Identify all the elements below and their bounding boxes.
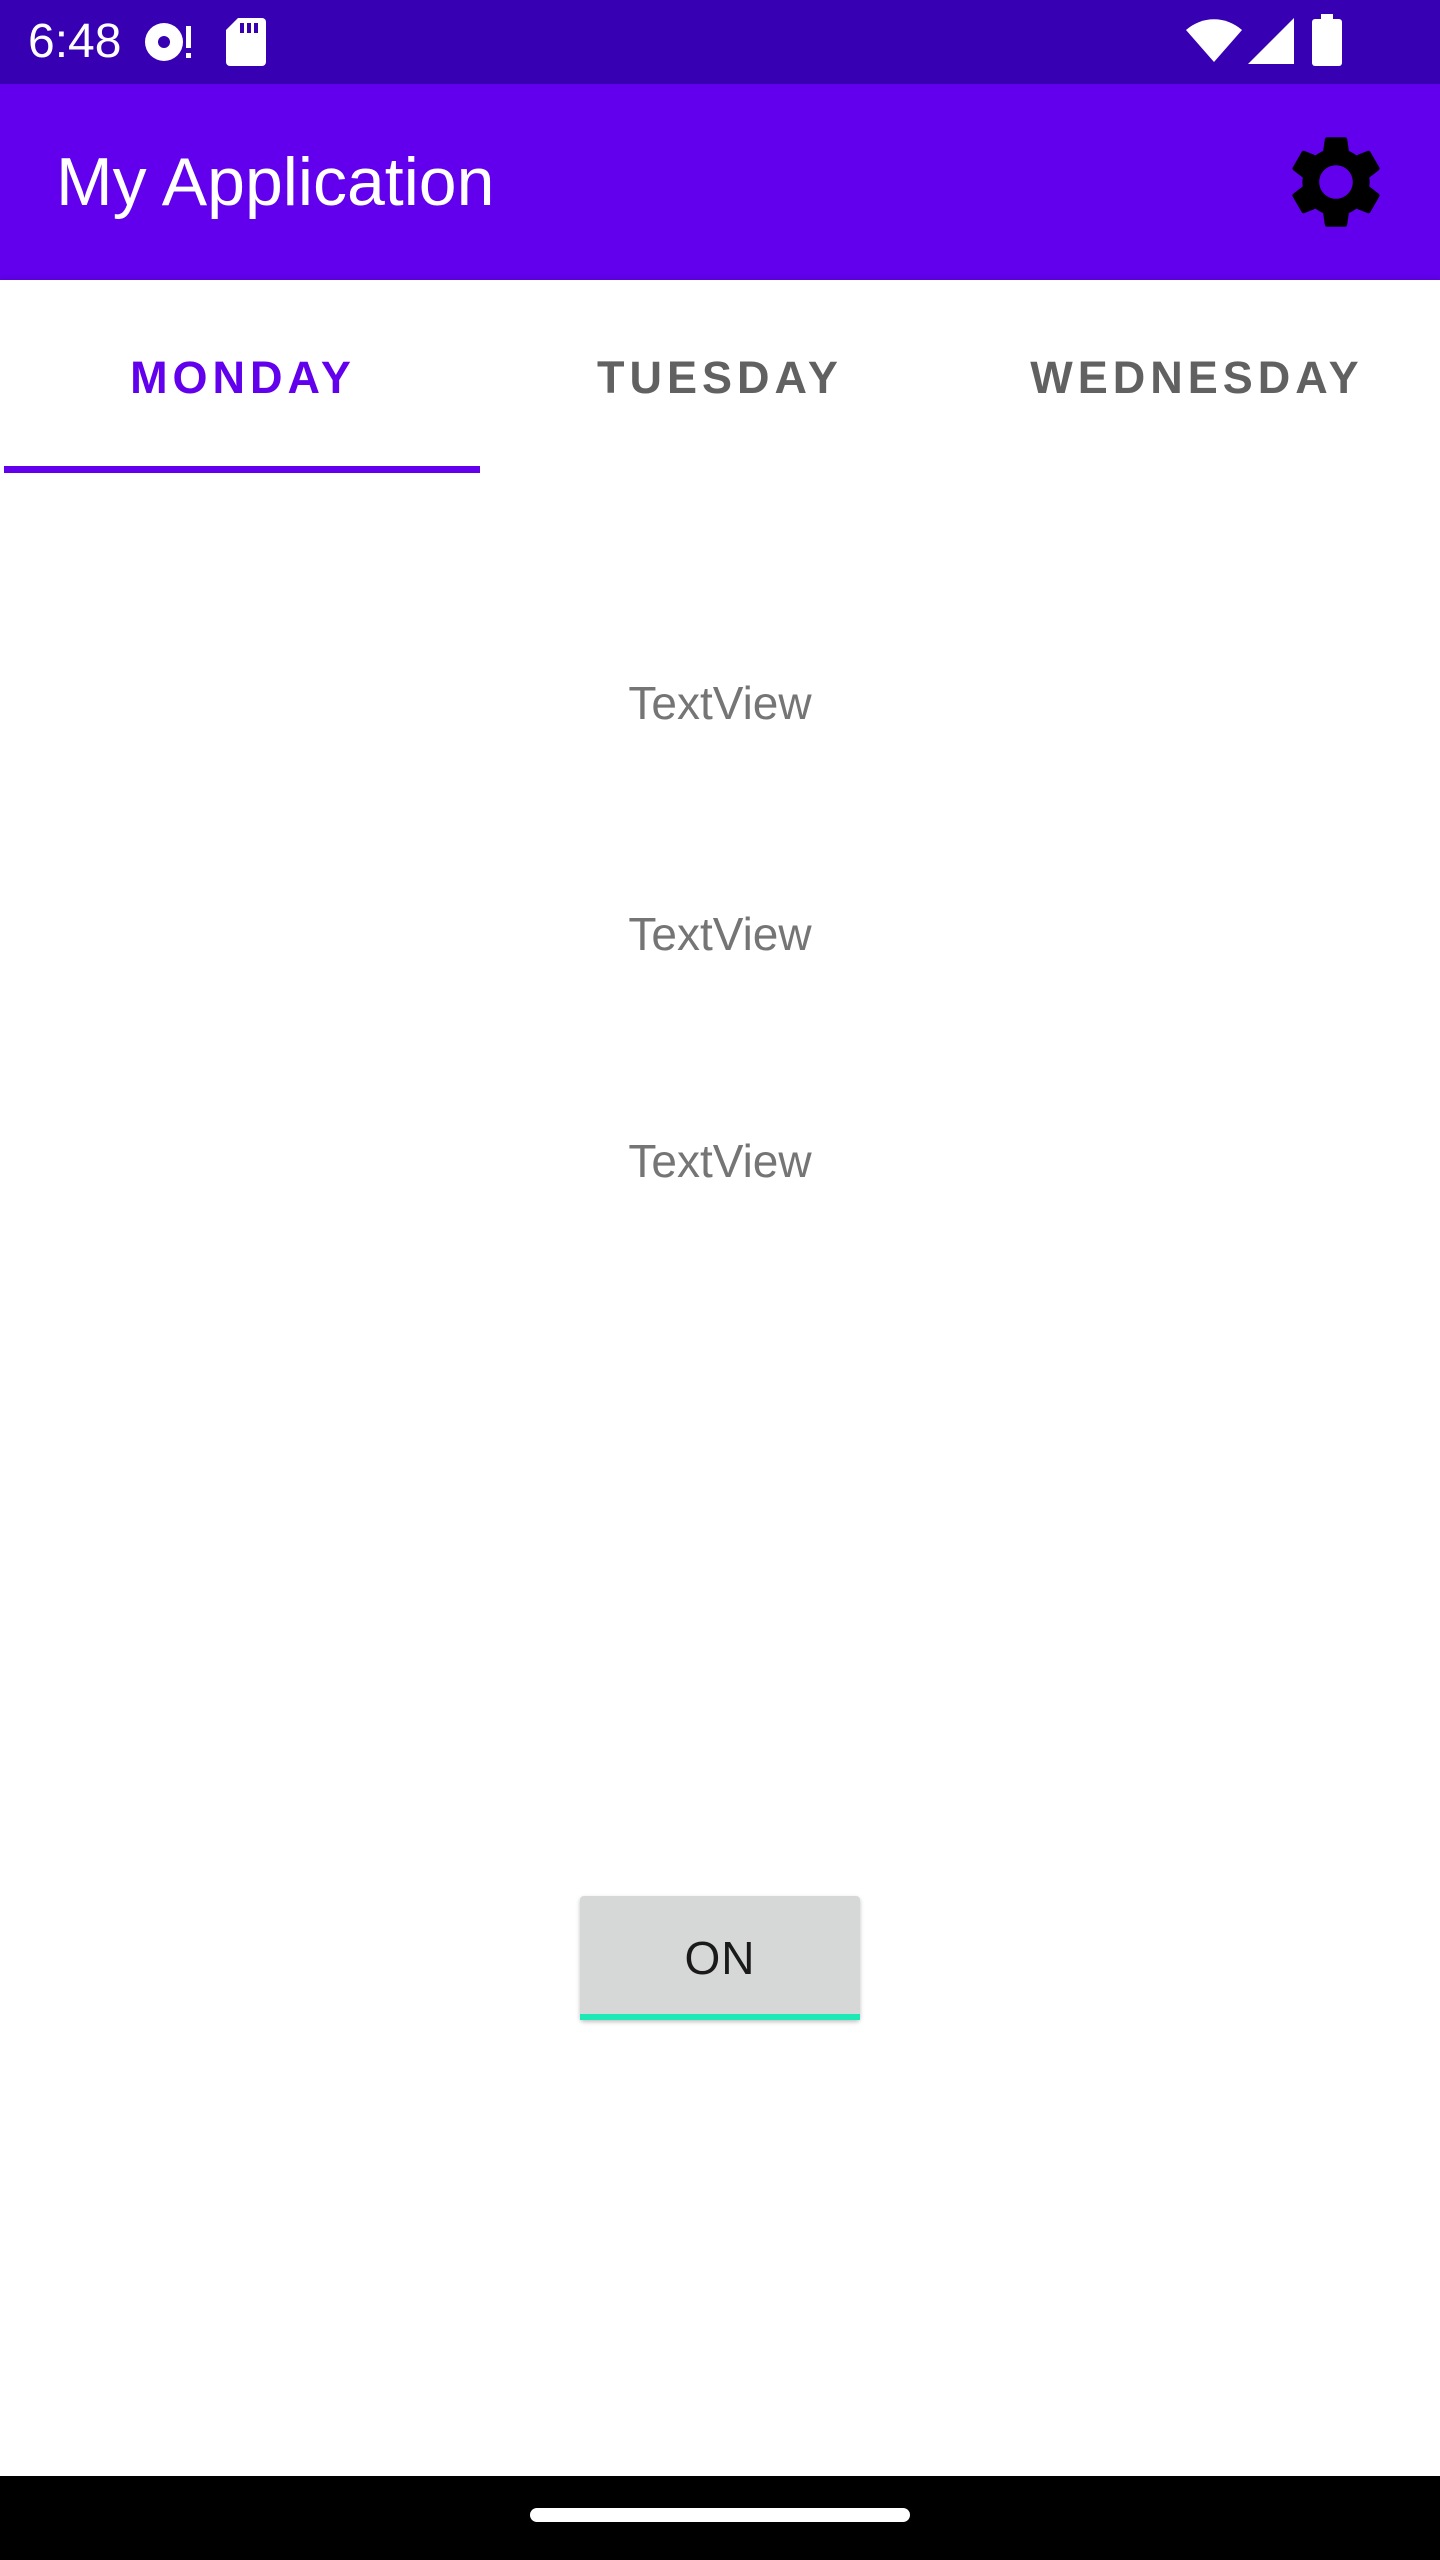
text-view-2: TextView: [628, 908, 812, 960]
navigation-bar: [0, 2476, 1440, 2560]
media-icon: [142, 20, 198, 69]
tab-wednesday[interactable]: WEDNESDAY: [958, 280, 1436, 476]
gear-icon: [1292, 137, 1380, 227]
sd-card-icon: [226, 18, 266, 71]
tab-bar: MONDAY TUESDAY WEDNESDAY: [0, 280, 1440, 476]
signal-icon: [1248, 18, 1294, 69]
screen: 6:48 My Application MONDAY TUESDAY WEDNE…: [0, 0, 1440, 2560]
tab-indicator: [4, 466, 480, 473]
wifi-icon: [1186, 18, 1242, 69]
text-view-1: TextView: [628, 677, 812, 729]
app-bar: My Application: [0, 84, 1440, 280]
toggle-button-label: ON: [684, 1932, 756, 1984]
status-bar: 6:48: [0, 0, 1440, 84]
app-title: My Application: [56, 144, 495, 220]
tab-tuesday[interactable]: TUESDAY: [481, 280, 959, 476]
toggle-indicator: [580, 2014, 860, 2020]
battery-icon: [1312, 14, 1342, 71]
home-handle[interactable]: [530, 2508, 910, 2522]
tab-monday[interactable]: MONDAY: [4, 280, 482, 476]
status-time: 6:48: [28, 15, 122, 68]
text-view-3: TextView: [628, 1135, 812, 1187]
toggle-button[interactable]: ON: [580, 1896, 860, 2020]
settings-button[interactable]: [1280, 126, 1392, 238]
